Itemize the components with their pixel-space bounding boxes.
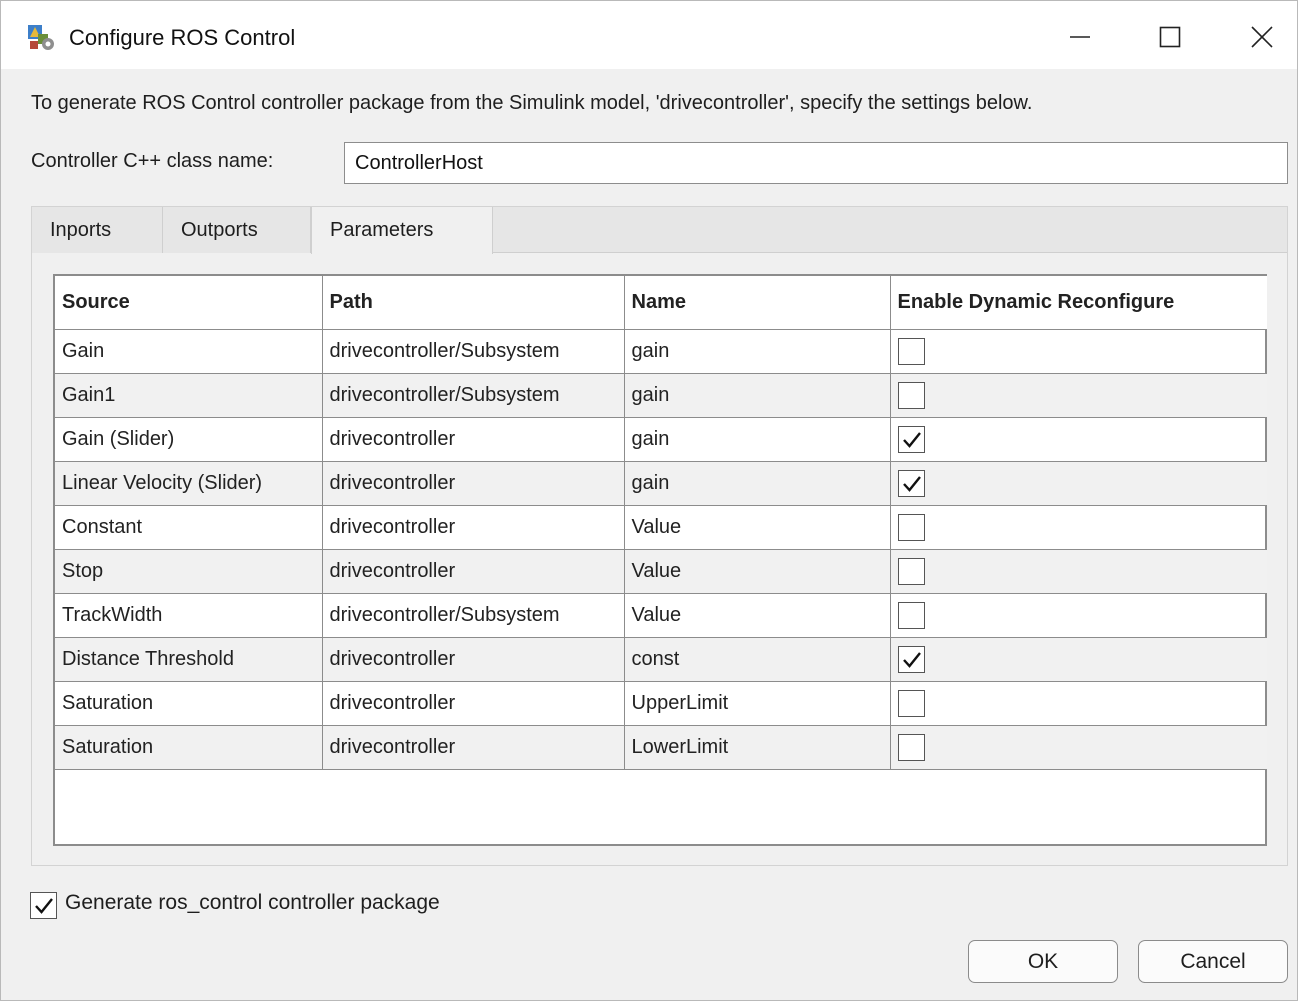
cell-name: gain xyxy=(623,328,891,374)
parameters-table-container: Source Path Name Enable Dynamic Reconfig… xyxy=(53,274,1267,846)
enable-reconfigure-checkbox[interactable] xyxy=(897,425,925,453)
ok-button[interactable]: OK xyxy=(968,940,1118,983)
enable-reconfigure-checkbox[interactable] xyxy=(897,513,925,541)
enable-reconfigure-checkbox[interactable] xyxy=(897,645,925,673)
cell-name: Value xyxy=(623,504,891,550)
close-icon[interactable] xyxy=(1239,15,1285,59)
enable-reconfigure-checkbox[interactable] xyxy=(897,469,925,497)
checkmark-icon xyxy=(902,475,921,492)
checkmark-icon xyxy=(35,898,53,914)
parameters-table: Source Path Name Enable Dynamic Reconfig… xyxy=(55,276,1267,770)
cancel-button[interactable]: Cancel xyxy=(1138,940,1288,983)
cell-source: Distance Threshold xyxy=(55,636,323,682)
table-row[interactable]: Stop drivecontroller Value xyxy=(55,548,1267,594)
cell-enable-dynamic-reconfigure xyxy=(889,592,1267,638)
table-row[interactable]: TrackWidth drivecontroller/Subsystem Value xyxy=(55,592,1267,638)
cell-source: Constant xyxy=(55,504,323,550)
maximize-icon[interactable] xyxy=(1147,15,1193,59)
class-name-input[interactable] xyxy=(344,142,1288,184)
cell-name: LowerLimit xyxy=(623,724,891,770)
cell-enable-dynamic-reconfigure xyxy=(889,724,1267,770)
table-row[interactable]: Distance Threshold drivecontroller const xyxy=(55,636,1267,682)
tab-outports[interactable]: Outports xyxy=(163,207,311,253)
column-header-name[interactable]: Name xyxy=(623,276,891,330)
table-row[interactable]: Gain drivecontroller/Subsystem gain xyxy=(55,328,1267,374)
cell-path: drivecontroller/Subsystem xyxy=(321,372,625,418)
cell-enable-dynamic-reconfigure xyxy=(889,460,1267,506)
enable-reconfigure-checkbox[interactable] xyxy=(897,689,925,717)
class-name-label: Controller C++ class name: xyxy=(31,150,274,172)
cell-source: Stop xyxy=(55,548,323,594)
cell-path: drivecontroller xyxy=(321,504,625,550)
cell-path: drivecontroller/Subsystem xyxy=(321,592,625,638)
cell-name: Value xyxy=(623,592,891,638)
instructions-text: To generate ROS Control controller packa… xyxy=(31,92,1033,114)
enable-reconfigure-checkbox[interactable] xyxy=(897,381,925,409)
enable-reconfigure-checkbox[interactable] xyxy=(897,601,925,629)
column-header-enable-dynamic-reconfigure[interactable]: Enable Dynamic Reconfigure xyxy=(889,276,1267,330)
title-bar: Configure ROS Control xyxy=(1,1,1297,69)
tab-panel: Inports Outports Parameters Source Path … xyxy=(31,206,1288,866)
cell-name: gain xyxy=(623,416,891,462)
cell-enable-dynamic-reconfigure xyxy=(889,372,1267,418)
tab-strip: Inports Outports Parameters xyxy=(32,207,1287,254)
generate-package-label[interactable]: Generate ros_control controller package xyxy=(65,891,440,915)
table-row[interactable]: Gain1 drivecontroller/Subsystem gain xyxy=(55,372,1267,418)
ros-control-app-icon xyxy=(26,23,56,53)
cell-enable-dynamic-reconfigure xyxy=(889,636,1267,682)
cell-name: const xyxy=(623,636,891,682)
cell-path: drivecontroller xyxy=(321,636,625,682)
cell-source: Saturation xyxy=(55,724,323,770)
cell-name: UpperLimit xyxy=(623,680,891,726)
cell-enable-dynamic-reconfigure xyxy=(889,504,1267,550)
cell-name: gain xyxy=(623,460,891,506)
cell-path: drivecontroller xyxy=(321,680,625,726)
tab-inports[interactable]: Inports xyxy=(32,207,163,253)
minimize-icon[interactable] xyxy=(1057,15,1103,59)
table-row[interactable]: Linear Velocity (Slider) drivecontroller g… xyxy=(55,460,1267,506)
checkmark-icon xyxy=(902,651,921,668)
cell-path: drivecontroller xyxy=(321,460,625,506)
cell-source: Gain1 xyxy=(55,372,323,418)
generate-package-checkbox[interactable] xyxy=(30,892,57,919)
window-title: Configure ROS Control xyxy=(69,25,296,50)
enable-reconfigure-checkbox[interactable] xyxy=(897,337,925,365)
configure-ros-control-dialog: Configure ROS Control To generate ROS Co… xyxy=(0,0,1298,1001)
cell-enable-dynamic-reconfigure xyxy=(889,680,1267,726)
table-row[interactable]: Saturation drivecontroller LowerLimit xyxy=(55,724,1267,770)
cell-source: Gain (Slider) xyxy=(55,416,323,462)
table-row[interactable]: Saturation drivecontroller UpperLimit xyxy=(55,680,1267,726)
cell-source: Saturation xyxy=(55,680,323,726)
cell-path: drivecontroller/Subsystem xyxy=(321,328,625,374)
cell-source: Linear Velocity (Slider) xyxy=(55,460,323,506)
cell-source: TrackWidth xyxy=(55,592,323,638)
column-header-path[interactable]: Path xyxy=(321,276,625,330)
cell-enable-dynamic-reconfigure xyxy=(889,328,1267,374)
cell-enable-dynamic-reconfigure xyxy=(889,548,1267,594)
checkmark-icon xyxy=(902,431,921,448)
table-row[interactable]: Gain (Slider) drivecontroller gain xyxy=(55,416,1267,462)
cell-name: Value xyxy=(623,548,891,594)
cell-source: Gain xyxy=(55,328,323,374)
table-row[interactable]: Constant drivecontroller Value xyxy=(55,504,1267,550)
tab-parameters[interactable]: Parameters xyxy=(311,207,493,254)
enable-reconfigure-checkbox[interactable] xyxy=(897,733,925,761)
enable-reconfigure-checkbox[interactable] xyxy=(897,557,925,585)
cell-path: drivecontroller xyxy=(321,724,625,770)
cell-enable-dynamic-reconfigure xyxy=(889,416,1267,462)
cell-path: drivecontroller xyxy=(321,548,625,594)
column-header-source[interactable]: Source xyxy=(55,276,323,330)
table-body: Gain drivecontroller/Subsystem gain Gain1 dr… xyxy=(55,328,1267,770)
table-header-row: Source Path Name Enable Dynamic Reconfig… xyxy=(55,276,1267,330)
cell-path: drivecontroller xyxy=(321,416,625,462)
cell-name: gain xyxy=(623,372,891,418)
